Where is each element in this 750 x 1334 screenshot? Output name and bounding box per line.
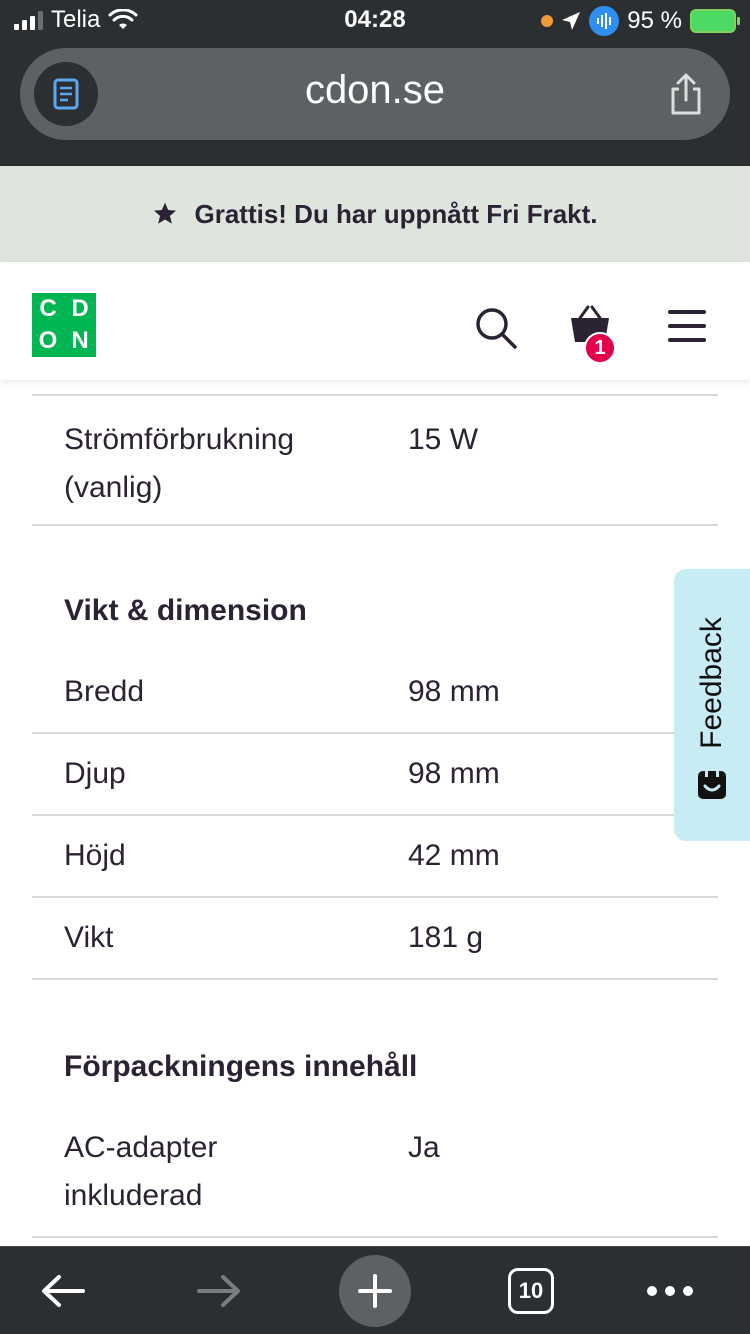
location-icon xyxy=(562,12,581,30)
spec-key: Strömförbrukning (vanlig) xyxy=(64,423,295,504)
forward-button[interactable] xyxy=(184,1247,254,1334)
browser-bar: cdon.se xyxy=(0,44,750,166)
promo-text: Grattis! Du har uppnått Fri Frakt. xyxy=(194,198,598,229)
site-header: C D O N 1 xyxy=(0,262,750,380)
free-shipping-banner: Grattis! Du har uppnått Fri Frakt. xyxy=(0,166,750,262)
url-text[interactable]: cdon.se xyxy=(20,68,730,113)
smiley-icon xyxy=(698,771,726,799)
browser-toolbar: 10 xyxy=(0,1246,750,1334)
spec-value: 98 mm xyxy=(408,675,500,708)
more-icon xyxy=(647,1286,693,1296)
battery-icon xyxy=(690,9,740,33)
search-icon[interactable] xyxy=(474,306,518,350)
section-title-weight-dimension: Vikt & dimension xyxy=(64,594,307,627)
star-icon xyxy=(154,202,177,224)
status-right: 95 % xyxy=(541,6,740,36)
feedback-tab[interactable]: Feedback xyxy=(674,569,750,841)
spec-row: Vikt 181 g xyxy=(32,898,718,980)
spec-value: 42 mm xyxy=(408,839,500,872)
spec-row: AC-adapter inkluderad Ja xyxy=(32,1108,718,1238)
share-icon[interactable] xyxy=(666,72,706,116)
cart-count-badge: 1 xyxy=(584,332,616,364)
spec-row: Höjd 42 mm xyxy=(32,816,718,898)
battery-percent: 95 % xyxy=(627,7,682,34)
product-specs: Strömförbrukning (vanlig) 15 W Vikt & di… xyxy=(0,380,750,1246)
spec-row: Bredd 98 mm xyxy=(32,652,718,734)
spec-key: Djup xyxy=(64,757,126,790)
spec-key: Vikt xyxy=(64,921,114,954)
status-bar: Telia 04:28 95 % xyxy=(0,0,750,44)
address-bar[interactable]: cdon.se xyxy=(20,48,730,140)
spec-value: 181 g xyxy=(408,921,484,954)
feedback-label: Feedback xyxy=(695,617,728,749)
arrow-right-icon xyxy=(197,1275,240,1307)
tabs-count-icon: 10 xyxy=(508,1268,554,1314)
spec-row: Strömförbrukning (vanlig) 15 W xyxy=(32,394,718,526)
cart-button[interactable]: 1 xyxy=(568,304,618,364)
logo-letter: C xyxy=(39,295,57,322)
logo-letter: O xyxy=(38,327,58,354)
plus-icon xyxy=(339,1255,411,1327)
spec-key: AC-adapter inkluderad xyxy=(64,1131,218,1212)
spec-key: Bredd xyxy=(64,675,145,708)
logo-letter: D xyxy=(71,295,89,322)
spec-value: 15 W xyxy=(408,423,479,456)
back-button[interactable] xyxy=(28,1247,98,1334)
spec-value: 98 mm xyxy=(408,757,500,790)
section-title-package-contents: Förpackningens innehåll xyxy=(64,1050,418,1083)
mic-indicator-icon xyxy=(541,15,554,27)
tabs-button[interactable]: 10 xyxy=(506,1247,556,1334)
more-menu-button[interactable] xyxy=(640,1247,700,1334)
cdon-logo[interactable]: C D O N xyxy=(32,293,96,357)
logo-letter: N xyxy=(71,327,89,354)
arrow-left-icon xyxy=(42,1275,85,1307)
menu-icon[interactable] xyxy=(668,310,706,342)
spec-key: Höjd xyxy=(64,839,126,872)
new-tab-button[interactable] xyxy=(339,1247,411,1334)
spec-value: Ja xyxy=(408,1131,440,1164)
spec-row: Djup 98 mm xyxy=(32,734,718,816)
voice-icon xyxy=(589,6,620,36)
